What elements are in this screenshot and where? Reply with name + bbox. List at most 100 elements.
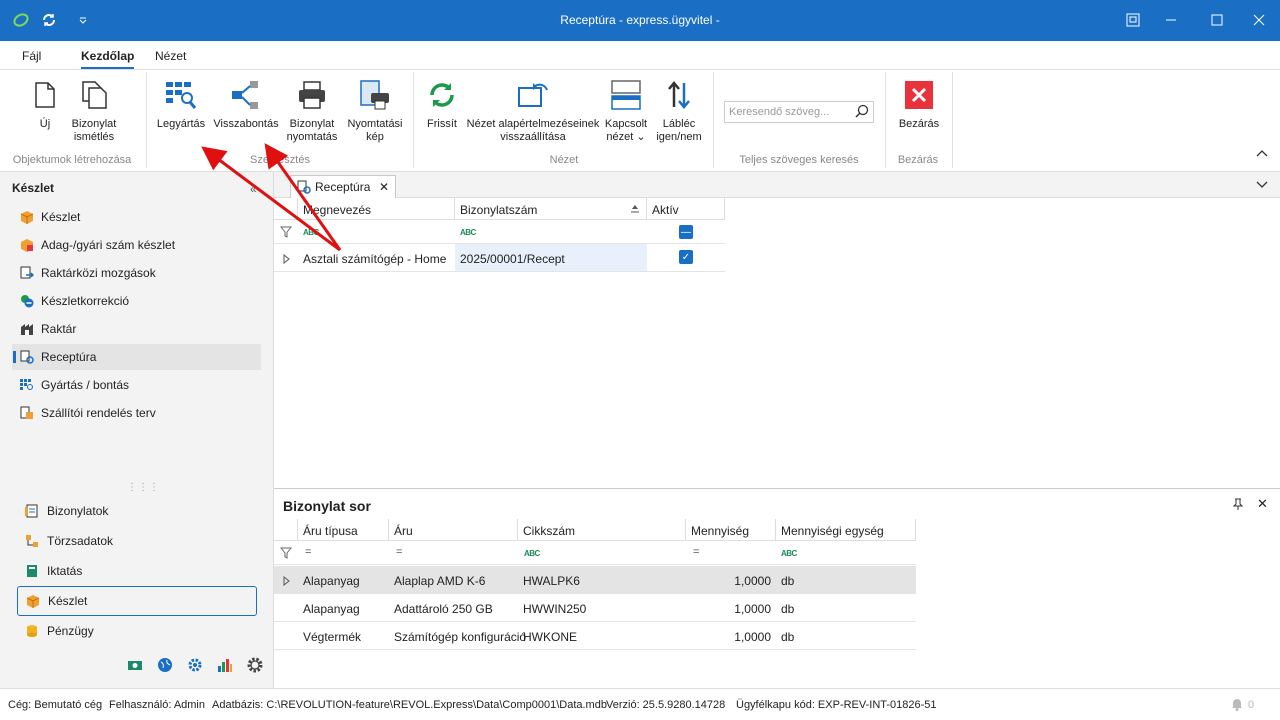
column-header-item-type[interactable]: Áru típusa <box>298 519 389 541</box>
filing-icon <box>27 565 37 577</box>
panel-title: Bizonylat sor <box>283 498 371 514</box>
status-client-code: Ügyfélkapu kód: EXP-REV-INT-01826-51 <box>736 699 937 711</box>
nav-item-stock[interactable]: Készlet <box>12 204 261 230</box>
equals-filter-icon[interactable]: = <box>305 546 311 558</box>
window-layout-icon[interactable] <box>1124 11 1142 29</box>
filter-icon[interactable] <box>279 547 293 562</box>
maximize-icon[interactable] <box>1208 11 1226 29</box>
module-documents[interactable]: Bizonylatok <box>17 496 257 526</box>
left-panel: Készlet « Készlet Adag-/gyári szám készl… <box>0 172 274 688</box>
nav-item-production[interactable]: Gyártás / bontás <box>12 372 261 398</box>
group-label-close: Bezárás <box>897 154 939 166</box>
transfer-icon <box>20 266 34 279</box>
manufacture-button[interactable]: Legyártás <box>152 78 210 131</box>
collapse-panel-icon[interactable]: « <box>250 182 257 196</box>
filter-icon[interactable] <box>279 226 293 241</box>
cell-sku: HWKONE <box>523 630 577 644</box>
collapse-ribbon-icon[interactable] <box>1256 146 1268 160</box>
group-label-view: Nézet <box>549 154 579 166</box>
new-button[interactable]: Új <box>28 78 62 131</box>
ribbon-separator <box>413 72 414 168</box>
expand-row-icon[interactable] <box>283 253 291 267</box>
warehouse-icon <box>21 324 33 335</box>
close-panel-icon[interactable]: ✕ <box>1257 496 1268 512</box>
gear-icon[interactable] <box>246 656 264 677</box>
chart-icon[interactable] <box>217 657 233 676</box>
print-preview-button[interactable]: Nyomtatási kép <box>344 78 406 144</box>
table-row[interactable]: Alapanyag Alaplap AMD K-6 HWALPK6 1,0000… <box>274 566 916 594</box>
production-icon <box>20 379 33 390</box>
nav-item-supplier-order-plan[interactable]: Szállítói rendelés terv <box>12 400 261 426</box>
close-button[interactable]: Bezárás <box>894 78 944 131</box>
notification-count: 0 <box>1248 699 1255 711</box>
repeat-document-button[interactable]: Bizonylat ismétlés <box>66 78 122 144</box>
printer-icon <box>295 78 329 112</box>
expand-row-icon[interactable] <box>283 575 291 589</box>
print-document-button[interactable]: Bizonylat nyomtatás <box>282 78 342 144</box>
search-input[interactable]: Keresendő szöveg... <box>724 101 874 123</box>
documents-icon <box>25 504 38 518</box>
table-row[interactable]: Végtermék Számítógép konfiguráció HWKONE… <box>274 622 916 650</box>
table-row[interactable]: Asztali számítógép - Home 2025/00001/Rec… <box>274 244 725 272</box>
refresh-icon <box>425 78 459 112</box>
pin-icon[interactable] <box>1232 498 1244 513</box>
text-filter-icon[interactable]: ABC <box>303 228 319 237</box>
panel-title: Készlet <box>12 181 55 195</box>
globe-icon[interactable] <box>157 657 173 676</box>
supplier-order-icon <box>20 406 33 419</box>
nav-item-recipe[interactable]: Receptúra <box>12 344 261 370</box>
cell-quantity: 1,0000 <box>734 574 771 588</box>
close-tab-icon[interactable]: ✕ <box>379 180 389 194</box>
refresh-button[interactable]: Frissít <box>422 78 462 131</box>
equals-filter-icon[interactable]: = <box>693 546 699 558</box>
splitter-handle[interactable]: ⋮⋮⋮ <box>127 482 160 493</box>
tab-home[interactable]: Kezdőlap <box>81 49 135 69</box>
nav-item-transfers[interactable]: Raktárközi mozgások <box>12 260 261 286</box>
table-row[interactable]: Alapanyag Adattároló 250 GB HWWIN250 1,0… <box>274 594 916 622</box>
column-header-name[interactable]: Megnevezés <box>298 198 455 220</box>
linked-view-button[interactable]: Kapcsolt nézet ⌄ <box>602 78 650 144</box>
manufacture-icon <box>164 78 198 112</box>
nav-item-warehouse[interactable]: Raktár <box>12 316 261 342</box>
column-header-active[interactable]: Aktív <box>647 198 725 220</box>
tab-file[interactable]: Fájl <box>22 49 41 63</box>
footer-toggle-button[interactable]: Lábléc igen/nem <box>652 78 706 144</box>
bell-icon[interactable] <box>1230 697 1244 714</box>
tab-list-chevron-icon[interactable] <box>1256 178 1268 192</box>
cell-unit: db <box>781 602 795 616</box>
disassemble-button[interactable]: Visszabontás <box>212 78 280 131</box>
minimize-icon[interactable] <box>1162 11 1180 29</box>
batch-icon <box>21 239 33 252</box>
column-header-unit[interactable]: Mennyiségi egység <box>776 519 916 541</box>
column-header-sku[interactable]: Cikkszám <box>518 519 686 541</box>
reset-view-button[interactable]: Nézet alapértelmezéseinek visszaállítása <box>466 78 600 144</box>
tab-view[interactable]: Nézet <box>155 49 186 63</box>
search-icon[interactable] <box>855 104 869 121</box>
nav-item-stock-correction[interactable]: Készletkorrekció <box>12 288 261 314</box>
column-header-item[interactable]: Áru <box>389 519 518 541</box>
module-finance[interactable]: Pénzügy <box>17 616 257 646</box>
settings-blue-icon[interactable] <box>187 657 203 676</box>
equals-filter-icon[interactable]: = <box>396 546 402 558</box>
sort-arrows-icon <box>662 78 696 112</box>
active-filter-checkbox[interactable]: — <box>679 225 693 239</box>
text-filter-icon[interactable]: ABC <box>781 549 797 558</box>
cell-item: Alaplap AMD K-6 <box>394 574 486 588</box>
chevron-down-icon: ⌄ <box>636 131 646 143</box>
text-filter-icon[interactable]: ABC <box>460 228 476 237</box>
money-icon[interactable] <box>127 658 143 675</box>
module-master-data[interactable]: Törzsadatok <box>17 526 257 556</box>
tab-recipe[interactable]: Receptúra ✕ <box>290 175 396 198</box>
close-window-icon[interactable] <box>1250 11 1268 29</box>
nav-item-batch-stock[interactable]: Adag-/gyári szám készlet <box>12 232 261 258</box>
cell-sku: HWALPK6 <box>523 574 580 588</box>
module-filing[interactable]: Iktatás <box>17 556 257 586</box>
filter-row: ABC ABC — <box>274 220 725 244</box>
column-header-number[interactable]: Bizonylatszám <box>455 198 647 220</box>
column-header-quantity[interactable]: Mennyiség <box>686 519 776 541</box>
module-stock[interactable]: Készlet <box>17 586 257 616</box>
text-filter-icon[interactable]: ABC <box>524 549 540 558</box>
active-checkbox[interactable]: ✓ <box>679 250 693 264</box>
cell-quantity: 1,0000 <box>734 630 771 644</box>
reset-view-icon <box>516 78 550 112</box>
